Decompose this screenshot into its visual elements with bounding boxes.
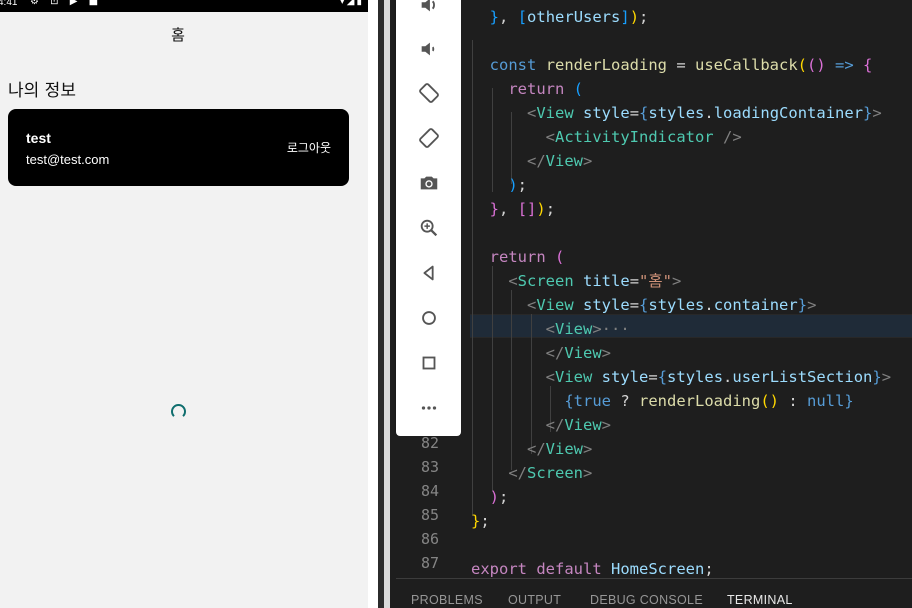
code-line: }, []); (489, 200, 556, 218)
notification-icons: ⚙ ⊡ ▶ ■ (30, 0, 103, 7)
emulator-frame (368, 0, 378, 608)
code-line: </View> (545, 344, 611, 362)
code-line: }, [otherUsers]); (489, 8, 649, 26)
home-icon[interactable] (396, 301, 461, 335)
line-number: 86 (420, 530, 439, 548)
line-number: 87 (420, 554, 439, 572)
overview-icon[interactable] (396, 346, 461, 380)
code-line: </Screen> (508, 464, 593, 482)
loading-spinner-icon (171, 404, 186, 419)
code-editor[interactable]: (); }, [otherUsers]); const renderLoadin… (461, 0, 912, 578)
panel-tab-bar: PROBLEMS OUTPUT DEBUG CONSOLE TERMINAL (396, 578, 912, 608)
line-number-gutter: 82 83 84 85 86 87 (396, 434, 461, 578)
my-info-heading: 나의 정보 (8, 81, 76, 101)
code-line: <ActivityIndicator /> (545, 128, 742, 146)
code-line: <View style={styles.userListSection}> (545, 368, 892, 386)
code-line: </View> (545, 416, 611, 434)
volume-down-icon[interactable] (396, 32, 461, 66)
more-icon[interactable] (396, 391, 461, 425)
window-divider[interactable] (384, 0, 390, 608)
code-line[interactable]: <View>··· (471, 317, 630, 341)
code-line: }; (471, 512, 490, 530)
profile-card: test test@test.com 로그아웃 (8, 109, 349, 186)
code-line: </View> (527, 152, 593, 170)
status-bar: 4:41 ⚙ ⊡ ▶ ■ ▾◢▮ (0, 0, 368, 12)
status-time: 4:41 (0, 0, 18, 8)
tab-output[interactable]: OUTPUT (508, 593, 561, 607)
volume-up-icon[interactable] (396, 0, 461, 22)
zoom-icon[interactable] (396, 211, 461, 245)
code-line: <Screen title="홈"> (508, 272, 682, 290)
code-line: {true ? renderLoading() : null} (564, 392, 854, 410)
code-line: return ( (489, 248, 565, 266)
code-line: <View style={styles.loadingContainer}> (527, 104, 882, 122)
emulator-toolbar (396, 0, 461, 436)
code-line: </View> (527, 440, 593, 458)
camera-icon[interactable] (396, 166, 461, 200)
rotate-left-icon[interactable] (396, 76, 461, 110)
code-line: const renderLoading = useCallback(() => … (489, 56, 873, 74)
screen-title: 홈 (171, 26, 185, 44)
code-line: ); (489, 488, 509, 506)
profile-email: test@test.com (26, 152, 110, 167)
signal-battery-icons: ▾◢▮ (339, 0, 364, 7)
code-line: ); (508, 176, 528, 194)
line-number: 82 (420, 434, 439, 452)
line-number: 83 (420, 458, 439, 476)
line-number: 85 (420, 506, 439, 524)
tab-problems[interactable]: PROBLEMS (411, 593, 483, 607)
tab-debug-console[interactable]: DEBUG CONSOLE (590, 593, 703, 607)
code-line: <View style={styles.container}> (527, 296, 817, 314)
emulator-screen: 4:41 ⚙ ⊡ ▶ ■ ▾◢▮ 홈 나의 정보 test test@test.… (0, 0, 368, 608)
profile-name: test (26, 130, 51, 146)
line-number: 84 (420, 482, 439, 500)
code-line: return ( (508, 80, 584, 98)
logout-button[interactable]: 로그아웃 (287, 139, 331, 156)
folded-region-marker[interactable]: ··· (602, 320, 630, 338)
rotate-right-icon[interactable] (396, 121, 461, 155)
back-icon[interactable] (396, 256, 461, 290)
tab-terminal[interactable]: TERMINAL (727, 593, 793, 607)
